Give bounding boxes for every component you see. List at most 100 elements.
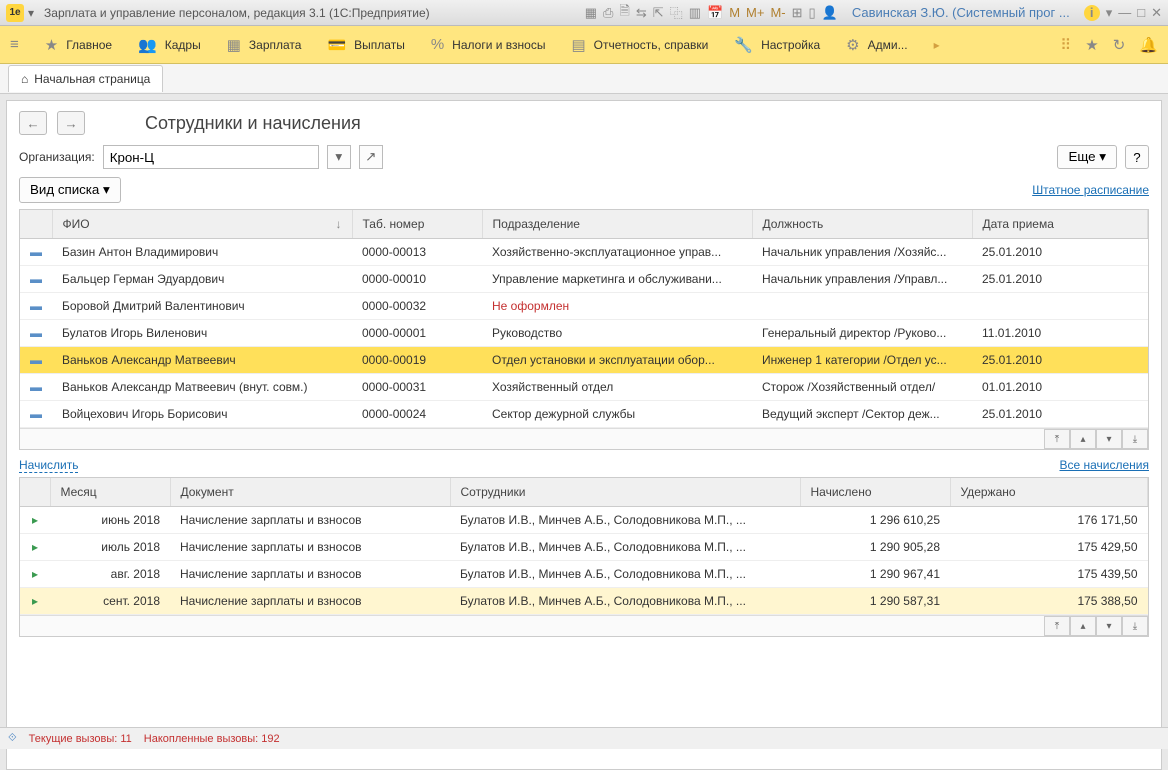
grid-icon[interactable]: ▥ — [689, 5, 701, 21]
table-row[interactable]: ▸ июнь 2018 Начисление зарплаты и взносо… — [20, 507, 1148, 534]
col-tab[interactable]: Таб. номер — [352, 210, 482, 239]
table-row[interactable]: ▬ Боровой Дмитрий Валентинович 0000-0003… — [20, 293, 1148, 320]
save-icon[interactable]: ▦ — [585, 5, 597, 21]
col-nach[interactable]: Начислено — [800, 478, 950, 507]
table-row[interactable]: ▸ июль 2018 Начисление зарплаты и взносо… — [20, 534, 1148, 561]
menu-kadry[interactable]: 👥Кадры — [138, 36, 201, 54]
mem-mplus[interactable]: M+ — [746, 5, 764, 20]
org-open-button[interactable]: ↗ — [359, 145, 383, 169]
app-menu-dropdown[interactable]: ▾ — [28, 6, 34, 20]
mem-mminus[interactable]: M- — [770, 5, 785, 20]
bell-icon[interactable]: 🔔 — [1139, 36, 1158, 54]
tab-home[interactable]: ⌂ Начальная страница — [8, 65, 163, 92]
cell-nach: 1 296 610,25 — [800, 507, 950, 534]
col-podr[interactable]: Подразделение — [482, 210, 752, 239]
cell-doc: Начисление зарплаты и взносов — [170, 534, 450, 561]
table-row[interactable]: ▬ Ваньков Александр Матвеевич (внут. сов… — [20, 374, 1148, 401]
col-dolzh[interactable]: Должность — [752, 210, 972, 239]
grid1-up[interactable]: ▴ — [1070, 429, 1096, 449]
row-icon: ▸ — [20, 534, 50, 561]
row-icon: ▬ — [20, 347, 52, 374]
grid2-up[interactable]: ▴ — [1070, 616, 1096, 636]
close-icon[interactable]: ✕ — [1151, 5, 1162, 21]
apps-icon[interactable]: ⠿ — [1060, 36, 1071, 54]
table-row[interactable]: ▬ Булатов Игорь Виленович 0000-00001 Рук… — [20, 320, 1148, 347]
cell-ud: 175 439,50 — [950, 561, 1148, 588]
menu-more-icon[interactable]: ▸ — [934, 38, 940, 52]
col-fio[interactable]: ФИО↓ — [52, 210, 352, 239]
table-row[interactable]: ▬ Базин Антон Владимирович 0000-00013 Хо… — [20, 239, 1148, 266]
minimize-icon[interactable]: — — [1118, 5, 1131, 20]
nachislit-link[interactable]: Начислить — [19, 458, 78, 473]
grid1-last[interactable]: ⤓ — [1122, 429, 1148, 449]
info-icon[interactable]: i — [1084, 5, 1100, 21]
list-view-button[interactable]: Вид списка ▾ — [19, 177, 121, 203]
grid2-down[interactable]: ▾ — [1096, 616, 1122, 636]
table-row[interactable]: ▬ Бальцер Герман Эдуардович 0000-00010 У… — [20, 266, 1148, 293]
cell-dolzh: Генеральный директор /Руково... — [752, 320, 972, 347]
grid2-first[interactable]: ⤒ — [1044, 616, 1070, 636]
menu-nastroyka[interactable]: 🔧Настройка — [734, 36, 820, 54]
calendar-icon[interactable]: 📅 — [707, 5, 723, 21]
cell-tab: 0000-00024 — [352, 401, 482, 428]
grid1-first[interactable]: ⤒ — [1044, 429, 1070, 449]
cell-mes: сент. 2018 — [50, 588, 170, 615]
history-icon[interactable]: ↻ — [1113, 36, 1126, 54]
help-button[interactable]: ? — [1125, 145, 1149, 169]
menu-vyplaty[interactable]: 💳Выплаты — [327, 36, 404, 54]
cell-data: 11.01.2010 — [972, 320, 1148, 347]
nav-back-button[interactable]: ← — [19, 111, 47, 135]
cell-ud: 175 429,50 — [950, 534, 1148, 561]
cell-tab: 0000-00013 — [352, 239, 482, 266]
col-sotr[interactable]: Сотрудники — [450, 478, 800, 507]
current-user[interactable]: Савинская З.Ю. (Системный прог ... — [852, 5, 1070, 20]
doc-icon[interactable]: 🗎 — [619, 2, 629, 24]
table-row[interactable]: ▬ Войцехович Игорь Борисович 0000-00024 … — [20, 401, 1148, 428]
shtatnoe-link[interactable]: Штатное расписание — [1032, 183, 1149, 197]
grid2-last[interactable]: ⤓ — [1122, 616, 1148, 636]
col-data[interactable]: Дата приема — [972, 210, 1148, 239]
col-mes[interactable]: Месяц — [50, 478, 170, 507]
maximize-icon[interactable]: □ — [1137, 5, 1145, 20]
calc-icon[interactable]: ⊞ — [792, 5, 803, 21]
vse-nachisleniya-link[interactable]: Все начисления — [1059, 458, 1149, 473]
user-icon: 👤 — [822, 5, 838, 21]
menu-admin[interactable]: ⚙Адми... — [846, 36, 907, 54]
cell-data: 25.01.2010 — [972, 266, 1148, 293]
cell-sotr: Булатов И.В., Минчев А.Б., Солодовникова… — [450, 534, 800, 561]
cell-podr: Хозяйственный отдел — [482, 374, 752, 401]
compare-icon[interactable]: ⇆ — [636, 5, 647, 21]
table-row[interactable]: ▸ сент. 2018 Начисление зарплаты и взнос… — [20, 588, 1148, 615]
org-dropdown-button[interactable]: ▾ — [327, 145, 351, 169]
col-doc[interactable]: Документ — [170, 478, 450, 507]
cell-dolzh: Ведущий эксперт /Сектор деж... — [752, 401, 972, 428]
cell-podr: Руководство — [482, 320, 752, 347]
info-dropdown[interactable]: ▾ — [1106, 5, 1113, 21]
menu-zarplata[interactable]: ▦Зарплата — [227, 36, 302, 54]
col-ud[interactable]: Удержано — [950, 478, 1148, 507]
mem-m[interactable]: M — [729, 5, 740, 20]
row-icon: ▬ — [20, 239, 52, 266]
org-input[interactable] — [103, 145, 319, 169]
org-label: Организация: — [19, 150, 95, 164]
menu-otchet[interactable]: ▤Отчетность, справки — [571, 36, 708, 54]
menu-main[interactable]: ★Главное — [45, 36, 112, 54]
cell-podr: Отдел установки и эксплуатации обор... — [482, 347, 752, 374]
cell-data — [972, 293, 1148, 320]
more-button[interactable]: Еще ▾ — [1057, 145, 1117, 169]
table-row[interactable]: ▸ авг. 2018 Начисление зарплаты и взносо… — [20, 561, 1148, 588]
export-icon[interactable]: ⇱ — [653, 5, 664, 21]
cell-fio: Ваньков Александр Матвеевич — [52, 347, 352, 374]
cell-fio: Бальцер Герман Эдуардович — [52, 266, 352, 293]
table-row[interactable]: ▬ Ваньков Александр Матвеевич 0000-00019… — [20, 347, 1148, 374]
menu-hamburger[interactable]: ≡ — [10, 36, 19, 53]
cell-fio: Булатов Игорь Виленович — [52, 320, 352, 347]
book-icon[interactable]: ▯ — [809, 5, 816, 21]
print-icon[interactable]: ⎙ — [603, 5, 613, 21]
window-title: Зарплата и управление персоналом, редакц… — [44, 6, 585, 20]
copy-icon[interactable]: ⿻ — [670, 3, 683, 22]
grid1-down[interactable]: ▾ — [1096, 429, 1122, 449]
nav-forward-button[interactable]: → — [57, 111, 85, 135]
star-icon[interactable]: ★ — [1085, 36, 1098, 54]
menu-nalogi[interactable]: %Налоги и взносы — [431, 36, 546, 53]
